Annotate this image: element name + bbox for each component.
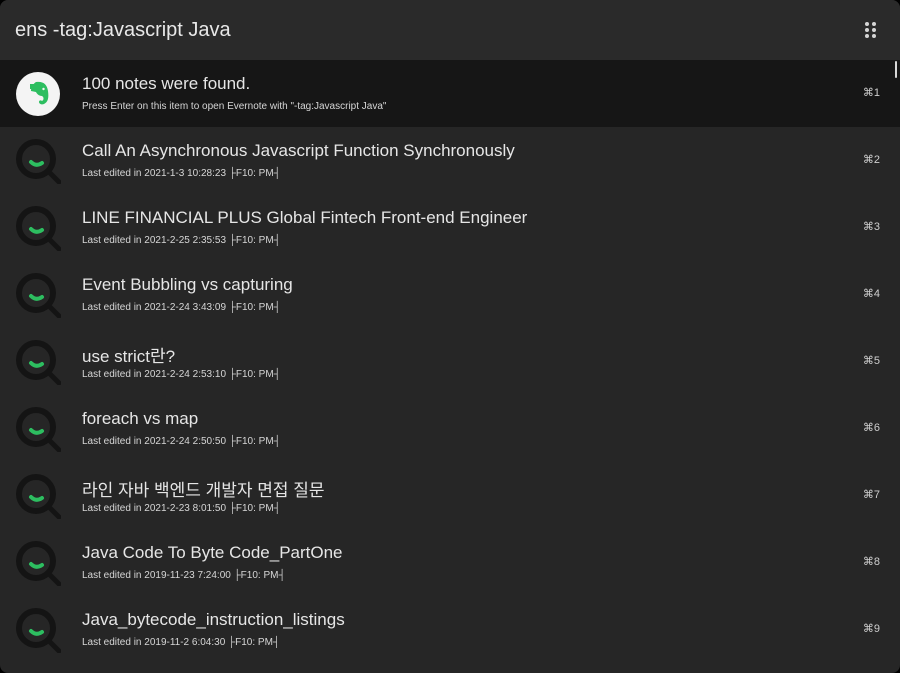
result-title: LINE FINANCIAL PLUS Global Fintech Front… [82, 208, 528, 227]
launcher-window: 100 notes were found. Press Enter on thi… [0, 0, 900, 673]
search-magnifier-icon [15, 473, 62, 520]
search-magnifier-icon [15, 406, 62, 453]
result-title: Call An Asynchronous Javascript Function… [82, 141, 515, 160]
result-shortcut: ⌘7 [862, 489, 880, 501]
result-title: Java Code To Byte Code_PartOne [82, 543, 343, 562]
result-item-summary[interactable]: 100 notes were found. Press Enter on thi… [0, 60, 900, 127]
result-shortcut: ⌘1 [862, 87, 880, 99]
result-item-note[interactable]: Java_bytecode_instruction_listings Last … [0, 596, 900, 663]
result-item-note[interactable]: foreach vs map Last edited in 2021-2-24 … [0, 395, 900, 462]
search-bar [0, 0, 900, 60]
result-subtitle: Press Enter on this item to open Evernot… [82, 101, 387, 112]
result-item-note[interactable]: use strict란? Last edited in 2021-2-24 2:… [0, 328, 900, 395]
grid-dots-icon[interactable] [862, 20, 880, 40]
result-shortcut: ⌘3 [862, 221, 880, 233]
scrollbar-thumb[interactable] [895, 61, 897, 78]
result-shortcut: ⌘9 [862, 623, 880, 635]
result-subtitle: Last edited in 2021-2-25 2:35:53 ├F10: P… [82, 235, 281, 246]
result-subtitle: Last edited in 2021-2-24 2:50:50 ├F10: P… [82, 436, 281, 447]
result-subtitle: Last edited in 2019-11-2 6:04:30 ├F10: P… [82, 637, 280, 648]
result-item-note[interactable]: LINE FINANCIAL PLUS Global Fintech Front… [0, 194, 900, 261]
result-title: Event Bubbling vs capturing [82, 275, 293, 294]
result-shortcut: ⌘4 [862, 288, 880, 300]
result-subtitle: Last edited in 2019-11-23 7:24:00 ├F10: … [82, 570, 286, 581]
result-item-note[interactable]: 라인 자바 백엔드 개발자 면접 질문 Last edited in 2021-… [0, 462, 900, 529]
result-subtitle: Last edited in 2021-2-24 2:53:10 ├F10: P… [82, 369, 281, 380]
search-magnifier-icon [15, 138, 62, 185]
search-magnifier-icon [15, 540, 62, 587]
result-title: use strict란? [82, 347, 176, 366]
result-item-note[interactable]: Event Bubbling vs capturing Last edited … [0, 261, 900, 328]
result-title: foreach vs map [82, 409, 199, 428]
search-magnifier-icon [15, 607, 62, 654]
result-title: Java_bytecode_instruction_listings [82, 610, 345, 629]
result-shortcut: ⌘2 [862, 154, 880, 166]
search-magnifier-icon [15, 272, 62, 319]
result-shortcut: ⌘5 [862, 355, 880, 367]
result-subtitle: Last edited in 2021-2-23 8:01:50 ├F10: P… [82, 503, 281, 514]
result-shortcut: ⌘6 [862, 422, 880, 434]
search-magnifier-icon [15, 205, 62, 252]
result-subtitle: Last edited in 2021-1-3 10:28:23 ├F10: P… [82, 168, 281, 179]
result-title: 100 notes were found. [82, 74, 251, 93]
result-title: 라인 자바 백엔드 개발자 면접 질문 [82, 481, 325, 500]
result-shortcut: ⌘8 [862, 556, 880, 568]
result-item-note[interactable]: Call An Asynchronous Javascript Function… [0, 127, 900, 194]
result-subtitle: Last edited in 2021-2-24 3:43:09 ├F10: P… [82, 302, 281, 313]
results-list: 100 notes were found. Press Enter on thi… [0, 60, 900, 673]
evernote-logo-icon [15, 71, 61, 117]
search-magnifier-icon [15, 339, 62, 386]
result-item-note[interactable]: Java Code To Byte Code_PartOne Last edit… [0, 529, 900, 596]
search-input[interactable] [15, 14, 835, 46]
